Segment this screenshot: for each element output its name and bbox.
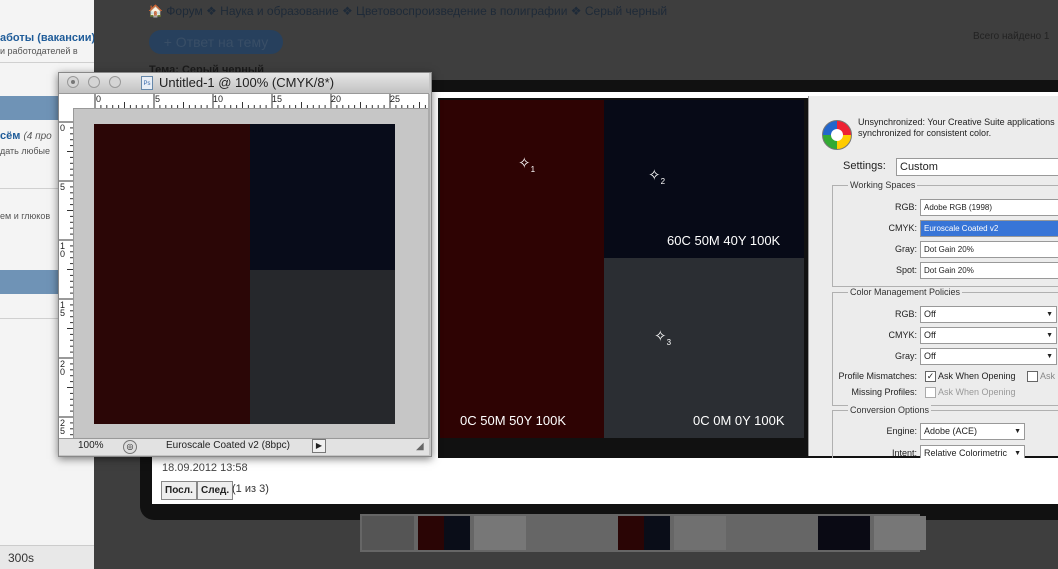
engine-select[interactable]: Adobe (ACE) ▼	[920, 423, 1025, 440]
zoom-level[interactable]: 100%	[78, 440, 104, 451]
ruler-ticks	[59, 121, 73, 436]
color-sampler-icon: ✧3	[654, 328, 672, 347]
chevron-down-icon: ▼	[1046, 332, 1053, 339]
policy-cmyk-label: CMYK:	[888, 330, 917, 340]
thumbnail[interactable]	[418, 516, 470, 550]
color-sync-icon	[822, 120, 852, 150]
chevron-down-icon: ▼	[1046, 311, 1053, 318]
canvas-swatch-red[interactable]	[94, 124, 250, 424]
thumbnail-strip	[360, 514, 926, 552]
chevron-down-icon: ▼	[1046, 353, 1053, 360]
color-sampler-icon: ✧1	[518, 155, 536, 174]
prev-button[interactable]: Посл.	[161, 481, 197, 500]
policy-cmyk-select[interactable]: Off ▼	[920, 327, 1057, 344]
breadcrumb[interactable]: 🏠 Форум ❖ Наука и образование ❖ Цветовос…	[148, 4, 667, 18]
scrollbar[interactable]	[428, 94, 430, 438]
thumbnail[interactable]	[674, 516, 726, 550]
spot-space-select[interactable]: Dot Gain 20%	[920, 262, 1058, 279]
chevron-down-icon: ▼	[1014, 428, 1021, 435]
rgb-space-select[interactable]: Adobe RGB (1998)	[920, 199, 1058, 216]
zoom-icon[interactable]	[109, 76, 121, 88]
sidebar-post-meta: (4 про	[23, 131, 52, 142]
status-info-icon[interactable]: ◎	[123, 440, 137, 454]
rgb-label: RGB:	[894, 202, 917, 212]
canvas-swatch-blue[interactable]	[250, 124, 395, 270]
document-icon: Ps	[141, 76, 153, 90]
policies-title: Color Management Policies	[848, 287, 963, 297]
ask-missing-label: Ask When Opening	[938, 387, 1016, 397]
sidebar-forum-link[interactable]: аботы (вакансии)	[0, 32, 94, 44]
close-icon[interactable]	[67, 76, 79, 88]
swatch-label-red: 0C 50M 50Y 100K	[460, 413, 566, 428]
canvas-swatch-grey[interactable]	[250, 270, 395, 424]
ruler-vertical[interactable]: 0 5 1 0 1 5 2 0 2 5	[59, 108, 74, 438]
policy-rgb-select[interactable]: Off ▼	[920, 306, 1057, 323]
sidebar-bottom-bar: 300s	[0, 545, 94, 569]
gray-label: Gray:	[894, 244, 917, 254]
thumbnail[interactable]	[618, 516, 670, 550]
swatch-label-grey: 0C 0M 0Y 100K	[693, 413, 785, 428]
mismatch-label: Profile Mismatches:	[838, 371, 917, 381]
minimize-icon[interactable]	[88, 76, 100, 88]
ask-pasting-checkbox[interactable]	[1027, 371, 1038, 382]
document-profile: Euroscale Coated v2 (8bpc)	[166, 440, 290, 451]
reply-button[interactable]: + Ответ на тему	[149, 30, 283, 54]
swatch-grey	[604, 258, 804, 438]
intent-select[interactable]: Relative Colorimetric ▼	[920, 445, 1025, 459]
spot-label: Spot:	[895, 265, 917, 275]
thumbnail[interactable]	[362, 516, 414, 550]
swatch-red	[440, 100, 604, 438]
sidebar-forum-desc: и работодателей в	[0, 46, 78, 56]
sidebar-post-desc: дать любые	[0, 146, 51, 156]
thumbnail[interactable]	[874, 516, 926, 550]
sidebar-post-title[interactable]: сём	[0, 130, 20, 142]
sidebar-bottom-label: 300s	[8, 551, 35, 565]
policy-gray-select[interactable]: Off ▼	[920, 348, 1057, 365]
sync-info-text: Unsynchronized: Your Creative Suite appl…	[858, 117, 1055, 138]
cmyk-label: CMYK:	[888, 223, 917, 233]
sidebar-post2-desc: ем и глюков	[0, 211, 51, 221]
policy-gray-label: Gray:	[894, 351, 917, 361]
engine-label: Engine:	[886, 426, 917, 436]
conversion-title: Conversion Options	[848, 405, 932, 415]
next-button[interactable]: След.	[197, 481, 234, 500]
working-spaces-title: Working Spaces	[848, 180, 918, 190]
ask-opening-label: Ask When Opening	[938, 371, 1016, 381]
color-sampler-icon: ✧2	[648, 167, 666, 186]
ruler-ticks	[94, 94, 426, 108]
ask-opening-checkbox[interactable]: ✓	[925, 371, 936, 382]
swatch-label-blue: 60C 50M 40Y 100K	[667, 233, 781, 248]
ask-pasting-label: Ask	[1040, 371, 1056, 381]
ask-missing-checkbox[interactable]	[925, 387, 936, 398]
post-date: 18.09.2012 13:58	[162, 462, 248, 474]
missing-label: Missing Profiles:	[851, 387, 917, 397]
cmyk-space-select[interactable]: Euroscale Coated v2	[920, 220, 1058, 237]
ruler-horizontal[interactable]: 0 5 10 15 20 25	[59, 94, 429, 109]
thumbnail[interactable]	[818, 516, 870, 550]
intent-label: Intent:	[891, 448, 917, 458]
thumbnail[interactable]	[474, 516, 526, 550]
lightbox-footer	[438, 458, 1058, 504]
found-count: Всего найдено 1	[973, 31, 1050, 42]
resize-grip-icon[interactable]: ◢	[416, 441, 428, 453]
settings-select[interactable]: Custom	[896, 158, 1058, 176]
gray-space-select[interactable]: Dot Gain 20%	[920, 241, 1058, 258]
policy-rgb-label: RGB:	[894, 309, 917, 319]
image-counter: (1 из 3)	[232, 483, 269, 495]
divider	[0, 62, 94, 63]
window-title: Untitled-1 @ 100% (CMYK/8*)	[159, 75, 335, 90]
settings-label: Settings:	[843, 160, 886, 172]
status-menu-arrow-icon[interactable]: ▶	[312, 439, 326, 453]
